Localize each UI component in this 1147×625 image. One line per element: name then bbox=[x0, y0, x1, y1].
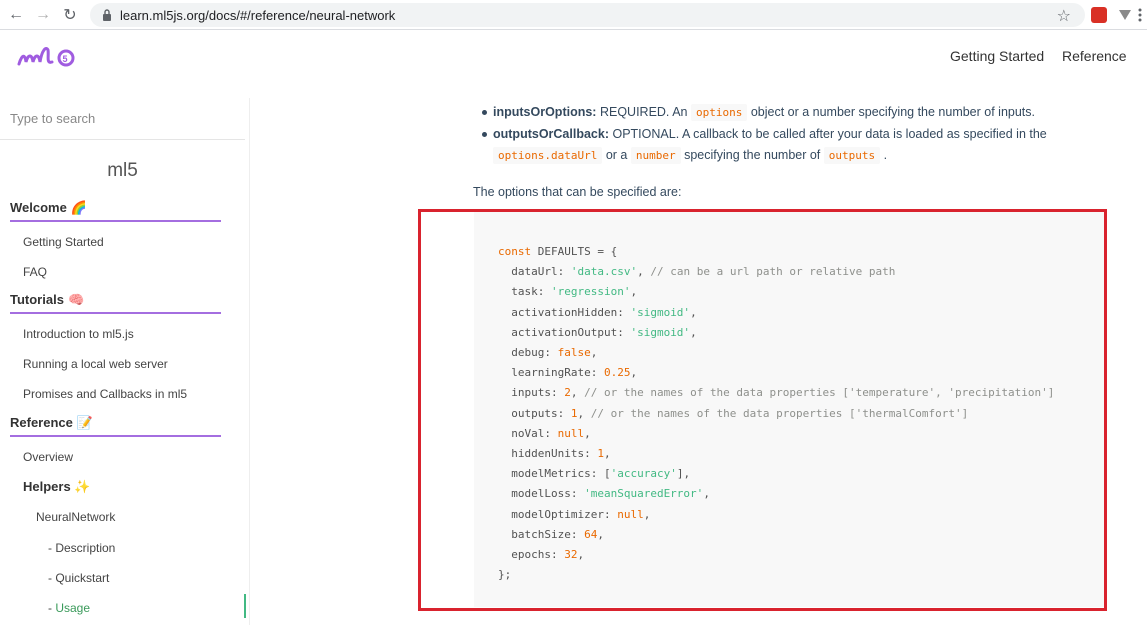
url-text: learn.ml5js.org/docs/#/reference/neural-… bbox=[120, 7, 396, 23]
inline-code: options.dataUrl bbox=[493, 147, 603, 164]
sidebar-item-neural-network[interactable]: NeuralNetwork bbox=[36, 510, 115, 524]
sidebar-item-getting-started[interactable]: Getting Started bbox=[23, 235, 104, 249]
browser-toolbar: ← → ↻ learn.ml5js.org/docs/#/reference/n… bbox=[0, 0, 1147, 30]
rainbow-icon: 🌈 bbox=[70, 200, 88, 215]
site-header: 5 Getting Started Reference bbox=[0, 30, 1147, 86]
param-inputs-or-options: inputsOrOptions: REQUIRED. An options ob… bbox=[493, 104, 1035, 121]
sidebar-item-description[interactable]: - Description bbox=[48, 541, 115, 555]
address-bar[interactable]: learn.ml5js.org/docs/#/reference/neural-… bbox=[90, 3, 1085, 27]
highlight-annotation bbox=[418, 209, 1107, 611]
param-outputs-or-callback: outputsOrCallback: OPTIONAL. A callback … bbox=[493, 127, 1047, 141]
reload-icon[interactable]: ↻ bbox=[60, 5, 80, 25]
lock-icon bbox=[100, 8, 114, 22]
item-label: Usage bbox=[55, 601, 91, 615]
inline-code: outputs bbox=[823, 147, 881, 164]
param-text: or a bbox=[605, 148, 628, 162]
param-text: . bbox=[883, 148, 888, 162]
sidebar: Type to search ml5 Welcome 🌈 Getting Star… bbox=[0, 98, 250, 625]
section-label: Tutorials bbox=[10, 292, 64, 307]
sidebar-item-faq[interactable]: FAQ bbox=[23, 265, 47, 279]
sparkle-icon: ✨ bbox=[74, 479, 91, 494]
param-outputs-or-callback-cont: options.dataUrl or a number specifying t… bbox=[493, 147, 888, 164]
back-icon[interactable]: ← bbox=[6, 5, 26, 25]
sidebar-item-quickstart[interactable]: - Quickstart bbox=[48, 571, 109, 585]
active-indicator bbox=[244, 594, 246, 618]
sidebar-section-welcome[interactable]: Welcome 🌈 bbox=[10, 200, 221, 222]
inline-code: number bbox=[630, 147, 681, 164]
brain-icon: 🧠 bbox=[67, 292, 85, 307]
bookmark-star-icon[interactable]: ☆ bbox=[1057, 6, 1071, 26]
sidebar-item-helpers[interactable]: Helpers ✨ bbox=[23, 479, 91, 495]
search-input[interactable]: Type to search bbox=[0, 98, 245, 140]
param-text: object or a number specifying the number… bbox=[750, 105, 1035, 119]
section-label: Reference bbox=[10, 415, 73, 430]
sidebar-item-overview[interactable]: Overview bbox=[23, 450, 73, 464]
param-name: outputsOrCallback: bbox=[493, 127, 609, 141]
item-label: Helpers bbox=[23, 479, 71, 494]
menu-dots-icon[interactable] bbox=[1138, 8, 1142, 22]
inline-code: options bbox=[690, 104, 748, 121]
sidebar-item-promises[interactable]: Promises and Callbacks in ml5 bbox=[23, 387, 187, 401]
sidebar-item-intro[interactable]: Introduction to ml5.js bbox=[23, 327, 134, 341]
sidebar-section-reference[interactable]: Reference 📝 bbox=[10, 415, 221, 437]
sidebar-title[interactable]: ml5 bbox=[0, 160, 245, 182]
param-text: REQUIRED. An bbox=[599, 105, 688, 119]
bullet bbox=[482, 132, 487, 137]
forward-icon[interactable]: → bbox=[33, 5, 53, 25]
nav-getting-started[interactable]: Getting Started bbox=[950, 48, 1044, 64]
bullet bbox=[482, 110, 487, 115]
options-intro: The options that can be specified are: bbox=[473, 185, 682, 199]
param-text: specifying the number of bbox=[684, 148, 821, 162]
param-text: OPTIONAL. A callback to be called after … bbox=[612, 127, 1047, 141]
sidebar-item-local-server[interactable]: Running a local web server bbox=[23, 357, 168, 371]
memo-icon: 📝 bbox=[76, 415, 94, 430]
ml5-logo[interactable]: 5 bbox=[16, 44, 86, 75]
sidebar-item-usage[interactable]: - Usage bbox=[48, 601, 90, 615]
param-name: inputsOrOptions: bbox=[493, 105, 597, 119]
extension-icon[interactable] bbox=[1091, 7, 1107, 23]
section-label: Welcome bbox=[10, 200, 67, 215]
sidebar-section-tutorials[interactable]: Tutorials 🧠 bbox=[10, 292, 221, 314]
nav-reference[interactable]: Reference bbox=[1062, 48, 1127, 64]
svg-text:5: 5 bbox=[63, 54, 68, 64]
extension-filter-icon[interactable] bbox=[1117, 7, 1133, 23]
